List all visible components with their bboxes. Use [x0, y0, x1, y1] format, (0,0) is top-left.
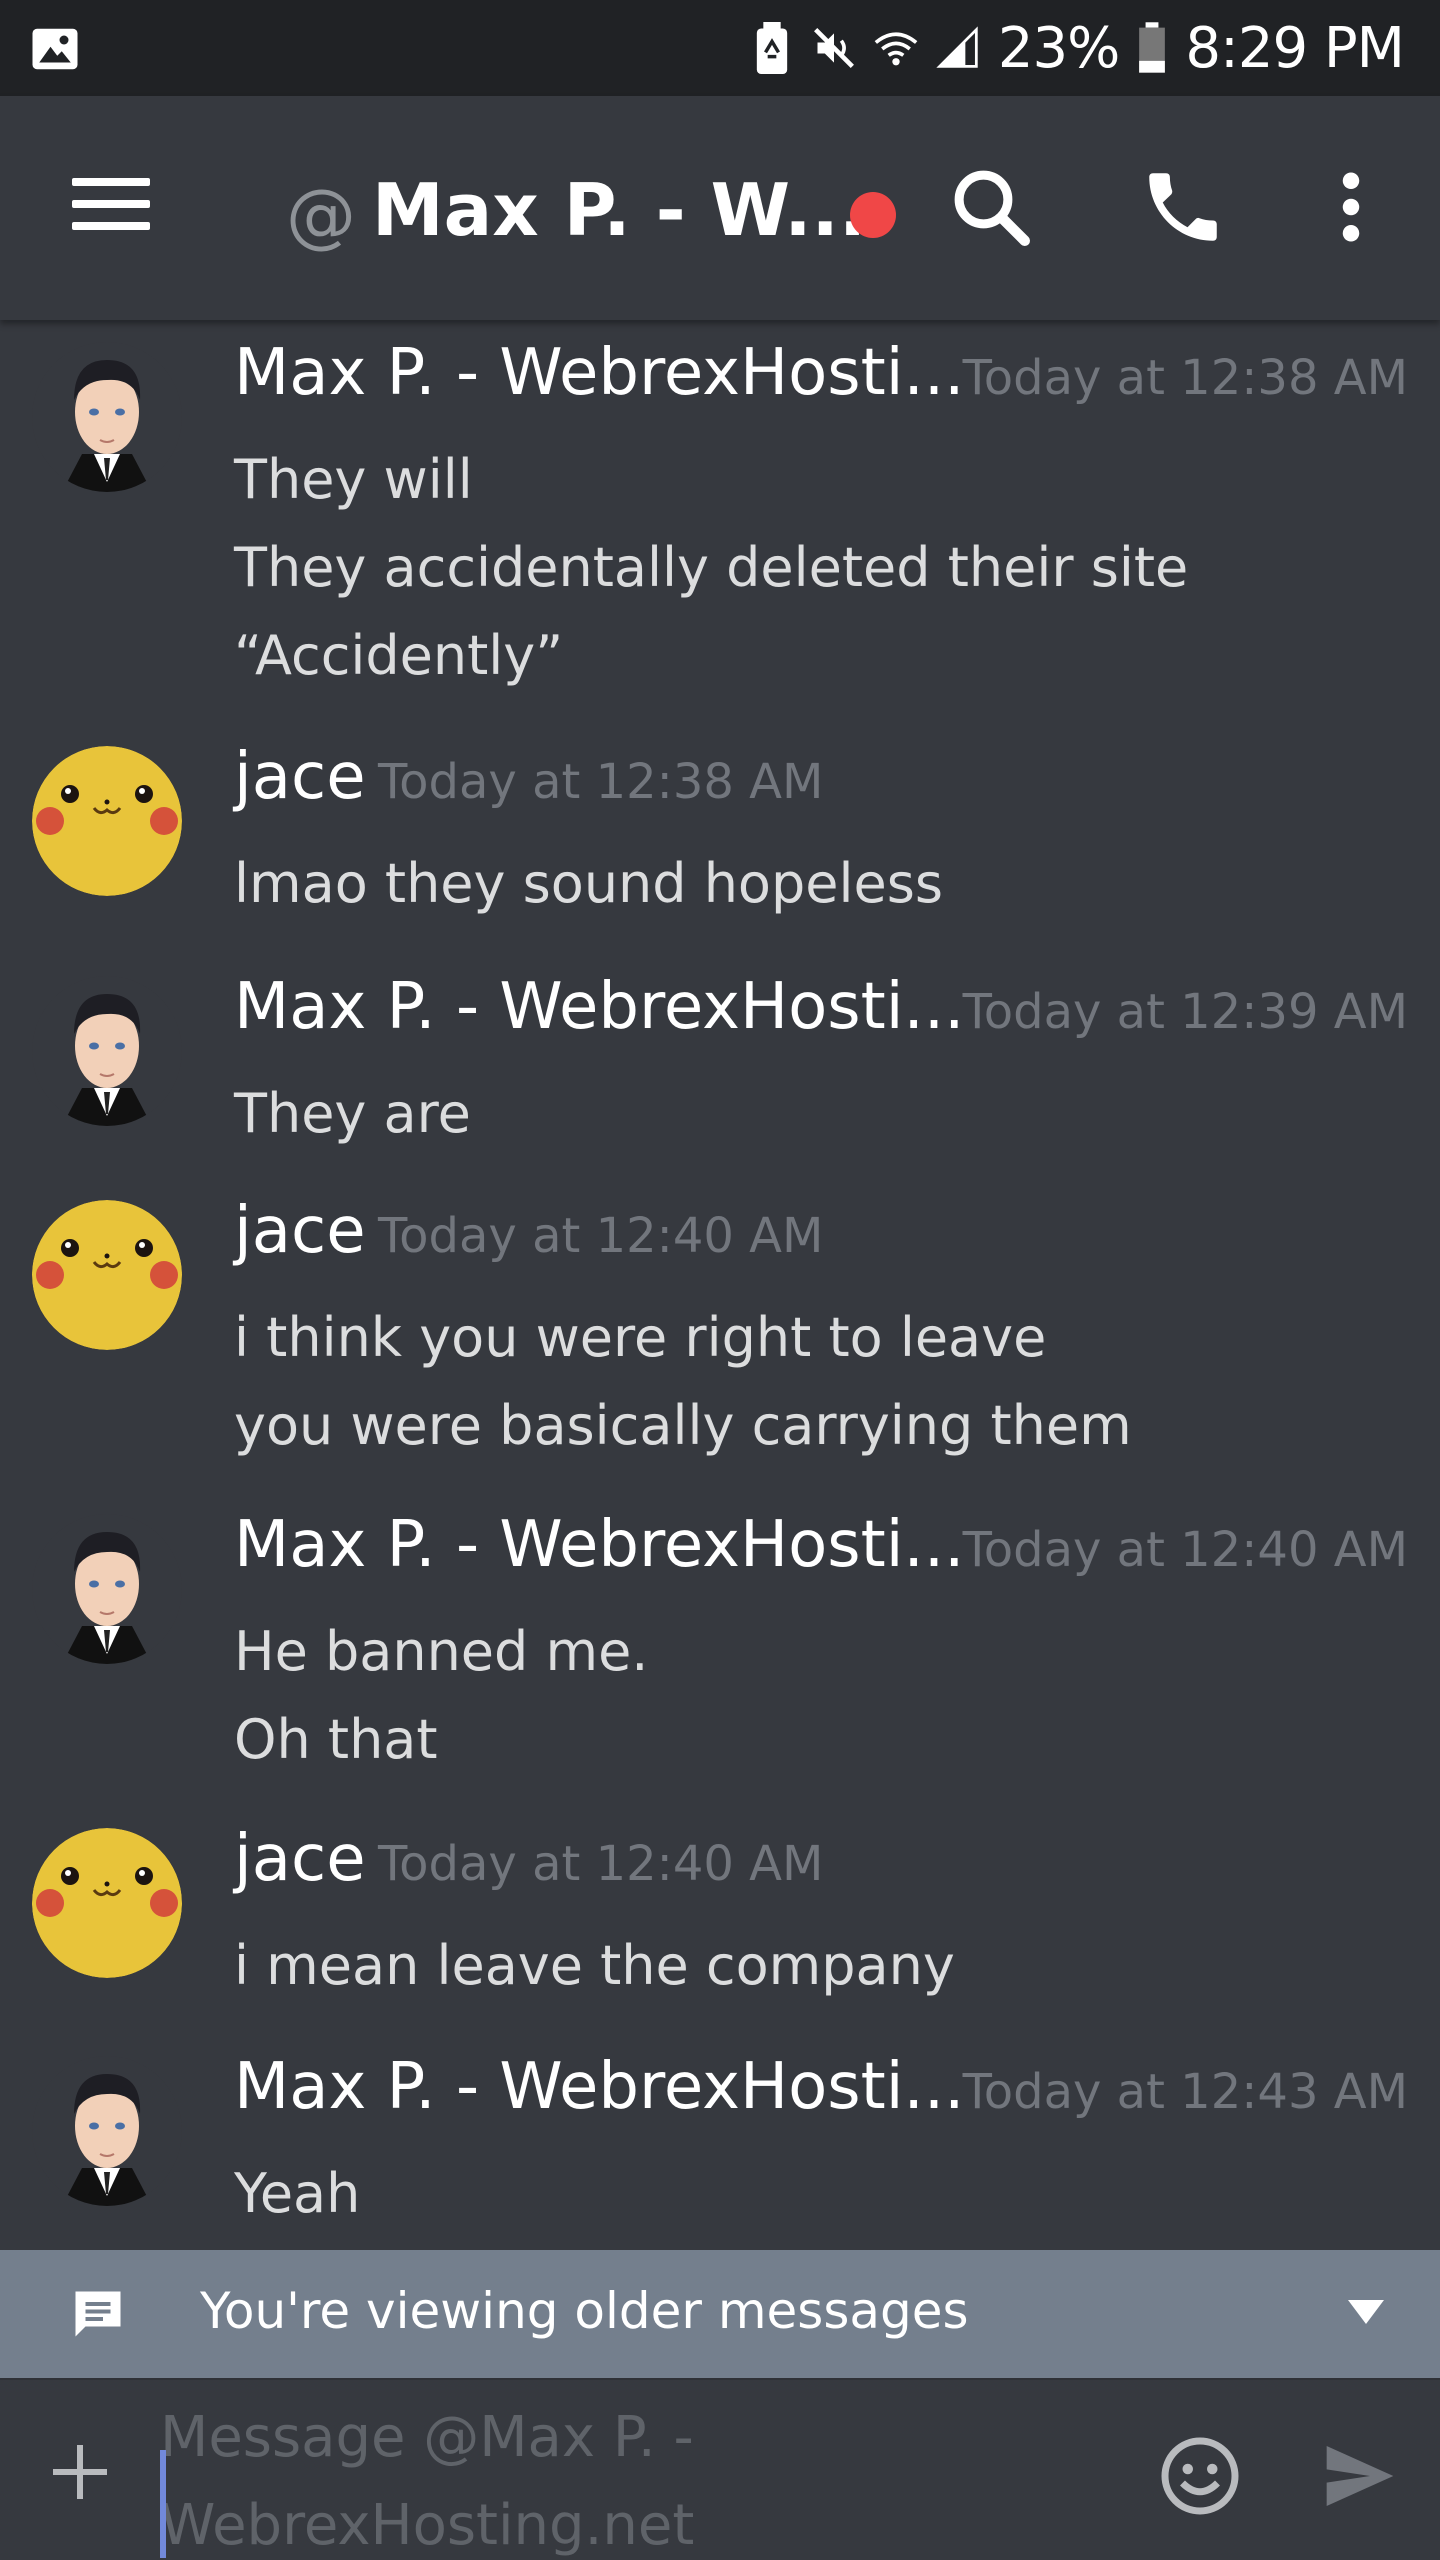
channel-title[interactable]: Max P. - W... [372, 168, 866, 252]
message-line: lmao they sound hopeless [234, 852, 943, 915]
plus-icon[interactable] [44, 2436, 116, 2508]
message-line: Yeah [234, 2162, 361, 2225]
avatar[interactable] [32, 1514, 182, 1664]
message-header: Max P. - WebrexHosti... Today at 12:38 A… [234, 336, 1408, 426]
message: Max P. - WebrexHosti... Today at 12:39 A… [0, 970, 1440, 1170]
message-header: Max P. - WebrexHosti... Today at 12:39 A… [234, 970, 1408, 1060]
message-header: Max P. - WebrexHosti... Today at 12:40 A… [234, 1508, 1408, 1598]
message: Max P. - WebrexHosti... Today at 12:40 A… [0, 1508, 1440, 1798]
placeholder-line: Message @Max P. - [160, 2405, 694, 2470]
message-line: “Accidently” [234, 624, 564, 687]
more-vertical-icon[interactable] [1306, 162, 1396, 252]
message: jace Today at 12:38 AM lmao they sound h… [0, 740, 1440, 940]
message-header: Max P. - WebrexHosti... Today at 12:43 A… [234, 2050, 1408, 2140]
battery-saver-icon [756, 22, 788, 74]
message: jace Today at 12:40 AM i mean leave the … [0, 1822, 1440, 2022]
avatar[interactable] [32, 1828, 182, 1978]
message: Max P. - WebrexHosti... Today at 12:43 A… [0, 2050, 1440, 2250]
pikachu-avatar-icon [32, 746, 182, 896]
message-line: you were basically carrying them [234, 1394, 1132, 1457]
timestamp: Today at 12:43 AM [962, 2064, 1408, 2120]
timestamp: Today at 12:40 AM [378, 1208, 824, 1264]
timestamp: Today at 12:38 AM [962, 350, 1408, 406]
message-line: They will [234, 448, 473, 511]
older-messages-text: You're viewing older messages [200, 2282, 969, 2340]
placeholder-line: WebrexHosting.net [160, 2493, 695, 2558]
message: Max P. - WebrexHosti... Today at 12:38 A… [0, 336, 1440, 726]
avatar[interactable] [32, 342, 182, 492]
author-name[interactable]: Max P. - WebrexHosti... [234, 1508, 965, 1582]
wifi-icon [874, 32, 918, 66]
message-header: jace Today at 12:38 AM [234, 740, 1408, 830]
text-cursor [160, 2450, 166, 2558]
message-line: i think you were right to leave [234, 1306, 1047, 1369]
author-name[interactable]: Max P. - WebrexHosti... [234, 2050, 965, 2124]
message-header: jace Today at 12:40 AM [234, 1822, 1408, 1912]
author-name[interactable]: jace [234, 740, 366, 814]
signal-icon [936, 26, 978, 68]
chat-bubble-icon [75, 2291, 121, 2337]
pikachu-avatar-icon [32, 1200, 182, 1350]
message-line: Oh that [234, 1708, 438, 1771]
menu-icon[interactable] [72, 178, 150, 238]
message-line: He banned me. [234, 1620, 649, 1683]
status-bar: 23% 8:29 PM [0, 0, 1440, 96]
emoji-icon[interactable] [1158, 2434, 1242, 2518]
clock: 8:29 PM [1185, 15, 1405, 81]
older-messages-bar[interactable]: You're viewing older messages [0, 2250, 1440, 2378]
message: jace Today at 12:40 AM i think you were … [0, 1194, 1440, 1484]
search-icon[interactable] [946, 162, 1036, 252]
avatar[interactable] [32, 2056, 182, 2206]
message-input[interactable]: Message @Max P. - WebrexHosting.net [160, 2394, 980, 2560]
message-composer: Message @Max P. - WebrexHosting.net [0, 2378, 1440, 2560]
avatar[interactable] [32, 976, 182, 1126]
mute-icon [813, 28, 854, 68]
caret-down-icon[interactable] [1348, 2300, 1384, 2324]
pikachu-avatar-icon [32, 1828, 182, 1978]
timestamp: Today at 12:40 AM [962, 1522, 1408, 1578]
businessman-avatar-icon [32, 976, 182, 1126]
message-list[interactable]: Max P. - WebrexHosti... Today at 12:38 A… [0, 320, 1440, 2250]
author-name[interactable]: Max P. - WebrexHosti... [234, 336, 965, 410]
author-name[interactable]: jace [234, 1822, 366, 1896]
author-name[interactable]: Max P. - WebrexHosti... [234, 970, 965, 1044]
image-icon [32, 28, 78, 70]
businessman-avatar-icon [32, 342, 182, 492]
businessman-avatar-icon [32, 2056, 182, 2206]
phone-icon[interactable] [1138, 162, 1228, 252]
author-name[interactable]: jace [234, 1194, 366, 1268]
dnd-status-indicator [850, 192, 896, 238]
timestamp: Today at 12:40 AM [378, 1836, 824, 1892]
businessman-avatar-icon [32, 1514, 182, 1664]
message-line: They are [234, 1082, 471, 1145]
dm-at-sign: @ [286, 174, 356, 256]
battery-percent: 23% [997, 15, 1120, 81]
message-line: i mean leave the company [234, 1934, 955, 1997]
timestamp: Today at 12:38 AM [378, 754, 824, 810]
message-header: jace Today at 12:40 AM [234, 1194, 1408, 1284]
battery-icon [1139, 22, 1166, 73]
timestamp: Today at 12:39 AM [962, 984, 1408, 1040]
avatar[interactable] [32, 1200, 182, 1350]
avatar[interactable] [32, 746, 182, 896]
app-header: @ Max P. - W... [0, 96, 1440, 320]
message-line: They accidentally deleted their site [234, 536, 1189, 599]
send-icon[interactable] [1316, 2436, 1404, 2516]
